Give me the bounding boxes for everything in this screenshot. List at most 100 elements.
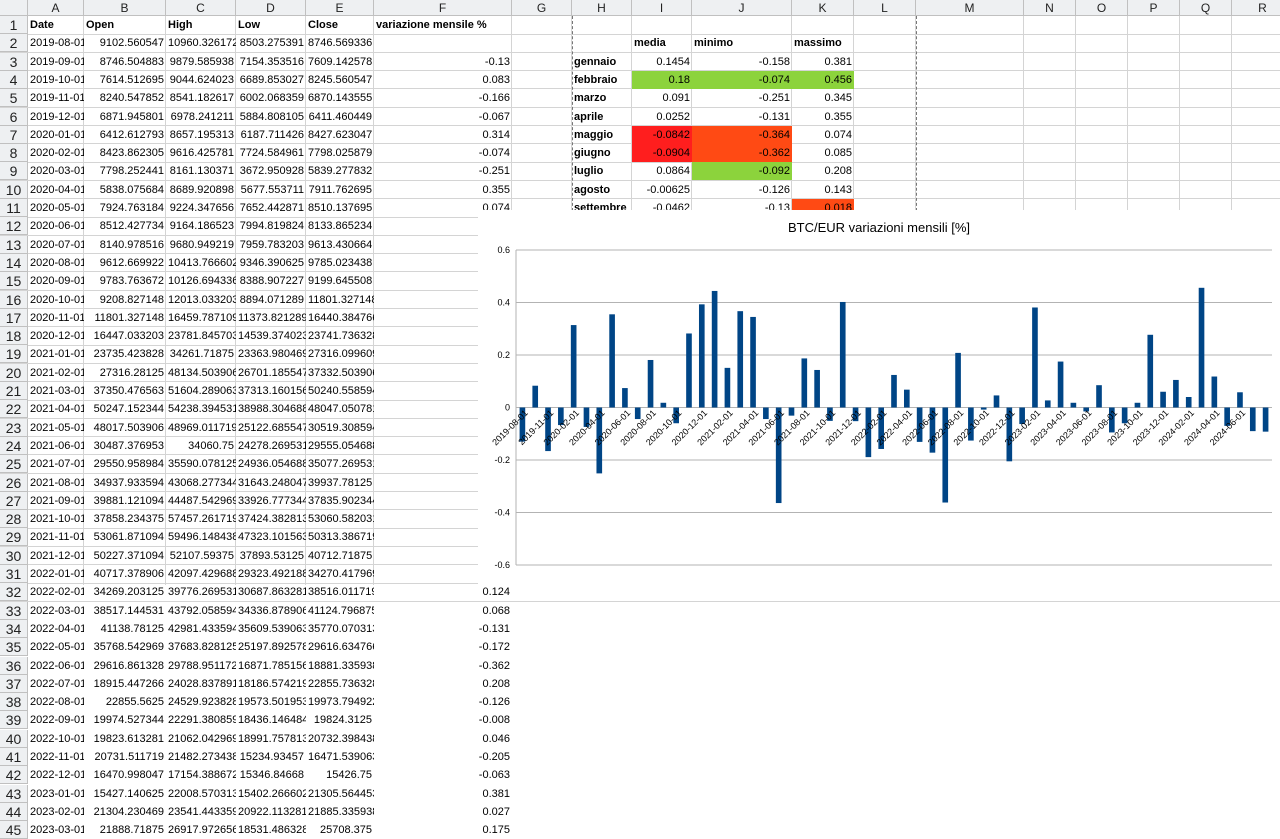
cell-A16[interactable]: 2020-10-01 (28, 291, 84, 309)
cell-D11[interactable]: 7652.442871 (236, 199, 306, 217)
cell-B5[interactable]: 8240.547852 (84, 89, 166, 107)
cell-D7[interactable]: 6187.711426 (236, 126, 306, 144)
corner-cell[interactable] (0, 0, 28, 16)
cell-A10[interactable]: 2020-04-01 (28, 181, 84, 199)
cell-A17[interactable]: 2020-11-01 (28, 309, 84, 327)
cell-A6[interactable]: 2019-12-01 (28, 108, 84, 126)
cell-A44[interactable]: 2023-02-01 (28, 803, 84, 821)
summary-value[interactable]: 0.074 (792, 126, 854, 144)
cell-B36[interactable]: 29616.861328 (84, 657, 166, 675)
cell-C10[interactable]: 8689.920898 (166, 181, 236, 199)
cell-D30[interactable]: 37893.53125 (236, 547, 306, 565)
cell-F41[interactable]: -0.205 (374, 748, 512, 766)
month-label[interactable]: febbraio (572, 71, 632, 89)
month-label[interactable]: aprile (572, 108, 632, 126)
cell-E6[interactable]: 6411.460449 (306, 108, 374, 126)
row-header[interactable]: 1 (0, 16, 28, 34)
summary-value[interactable]: 0.208 (792, 162, 854, 180)
cell-D40[interactable]: 18991.757813 (236, 730, 306, 748)
column-header-G[interactable]: G (512, 0, 572, 16)
cell-E32[interactable]: 38516.011719 (306, 583, 374, 601)
cell-C26[interactable]: 43068.277344 (166, 474, 236, 492)
cell-A22[interactable]: 2021-04-01 (28, 400, 84, 418)
cell-B18[interactable]: 16447.033203 (84, 327, 166, 345)
cell-B2[interactable]: 9102.560547 (84, 34, 166, 52)
cell-A34[interactable]: 2022-04-01 (28, 620, 84, 638)
cell-D5[interactable]: 6002.068359 (236, 89, 306, 107)
cell-A41[interactable]: 2022-11-01 (28, 748, 84, 766)
cell-C22[interactable]: 54238.394531 (166, 400, 236, 418)
cell-D27[interactable]: 33926.777344 (236, 492, 306, 510)
cell-B10[interactable]: 5838.075684 (84, 181, 166, 199)
cell-D39[interactable]: 18436.146484 (236, 711, 306, 729)
cell-F42[interactable]: -0.063 (374, 766, 512, 784)
summary-value[interactable]: -0.364 (692, 126, 792, 144)
cell-B40[interactable]: 19823.613281 (84, 730, 166, 748)
cell-F5[interactable]: -0.166 (374, 89, 512, 107)
cell-D13[interactable]: 7959.783203 (236, 236, 306, 254)
cell-B11[interactable]: 7924.763184 (84, 199, 166, 217)
bar-chart[interactable]: BTC/EUR variazioni mensili [%] 0.6 0.4 0.2 0… (478, 210, 1280, 585)
cell-B19[interactable]: 23735.423828 (84, 345, 166, 363)
column-header-B[interactable]: B (84, 0, 166, 16)
cell-E4[interactable]: 8245.560547 (306, 71, 374, 89)
cell-A42[interactable]: 2022-12-01 (28, 766, 84, 784)
cell-D1[interactable]: Low (236, 16, 306, 34)
cell-A11[interactable]: 2020-05-01 (28, 199, 84, 217)
cell-E7[interactable]: 8427.623047 (306, 126, 374, 144)
cell-D41[interactable]: 15234.93457 (236, 748, 306, 766)
cell-E11[interactable]: 8510.137695 (306, 199, 374, 217)
cell-C6[interactable]: 6978.241211 (166, 108, 236, 126)
cell-B1[interactable]: Open (84, 16, 166, 34)
cell-D22[interactable]: 38988.304688 (236, 400, 306, 418)
cell-C13[interactable]: 9680.949219 (166, 236, 236, 254)
row-header[interactable]: 5 (0, 89, 28, 107)
cell-B31[interactable]: 40717.378906 (84, 565, 166, 583)
row-header[interactable]: 8 (0, 144, 28, 162)
cell-A18[interactable]: 2020-12-01 (28, 327, 84, 345)
summary-value[interactable]: 0.345 (792, 89, 854, 107)
cell-E13[interactable]: 9613.430664 (306, 236, 374, 254)
row-header[interactable]: 15 (0, 272, 28, 290)
cell-C28[interactable]: 57457.261719 (166, 510, 236, 528)
row-header[interactable]: 44 (0, 803, 28, 821)
cell-A35[interactable]: 2022-05-01 (28, 638, 84, 656)
row-header[interactable]: 34 (0, 620, 28, 638)
summary-value[interactable]: -0.074 (692, 71, 792, 89)
summary-value[interactable]: 0.355 (792, 108, 854, 126)
row-header[interactable]: 9 (0, 162, 28, 180)
cell-C38[interactable]: 24529.923828 (166, 693, 236, 711)
cell-D18[interactable]: 14539.374023 (236, 327, 306, 345)
cell-C33[interactable]: 43792.058594 (166, 602, 236, 620)
cell-C37[interactable]: 24028.837891 (166, 675, 236, 693)
cell-B3[interactable]: 8746.504883 (84, 53, 166, 71)
cell-B25[interactable]: 29550.958984 (84, 455, 166, 473)
cell-B41[interactable]: 20731.511719 (84, 748, 166, 766)
cell-A40[interactable]: 2022-10-01 (28, 730, 84, 748)
cell-D43[interactable]: 15402.266602 (236, 785, 306, 803)
cell-D32[interactable]: 30687.863281 (236, 583, 306, 601)
column-header-P[interactable]: P (1128, 0, 1180, 16)
cell-D19[interactable]: 23363.980469 (236, 345, 306, 363)
cell-D33[interactable]: 34336.878906 (236, 602, 306, 620)
summary-value[interactable]: -0.0904 (632, 144, 692, 162)
cell-B12[interactable]: 8512.427734 (84, 217, 166, 235)
cell-E31[interactable]: 34270.417969 (306, 565, 374, 583)
cell-B17[interactable]: 11801.327148 (84, 309, 166, 327)
cell-D23[interactable]: 25122.685547 (236, 419, 306, 437)
cell-C1[interactable]: High (166, 16, 236, 34)
row-header[interactable]: 35 (0, 638, 28, 656)
row-header[interactable]: 17 (0, 309, 28, 327)
cell-D6[interactable]: 5884.808105 (236, 108, 306, 126)
cell-C21[interactable]: 51604.289063 (166, 382, 236, 400)
summary-value[interactable]: 0.091 (632, 89, 692, 107)
summary-value[interactable]: 0.085 (792, 144, 854, 162)
column-header-N[interactable]: N (1024, 0, 1076, 16)
cell-E5[interactable]: 6870.143555 (306, 89, 374, 107)
cell-B4[interactable]: 7614.512695 (84, 71, 166, 89)
cell-C8[interactable]: 9616.425781 (166, 144, 236, 162)
cell-D34[interactable]: 35609.539063 (236, 620, 306, 638)
summary-header-minimo[interactable]: minimo (692, 34, 792, 52)
summary-value[interactable]: -0.126 (692, 181, 792, 199)
row-header[interactable]: 31 (0, 565, 28, 583)
